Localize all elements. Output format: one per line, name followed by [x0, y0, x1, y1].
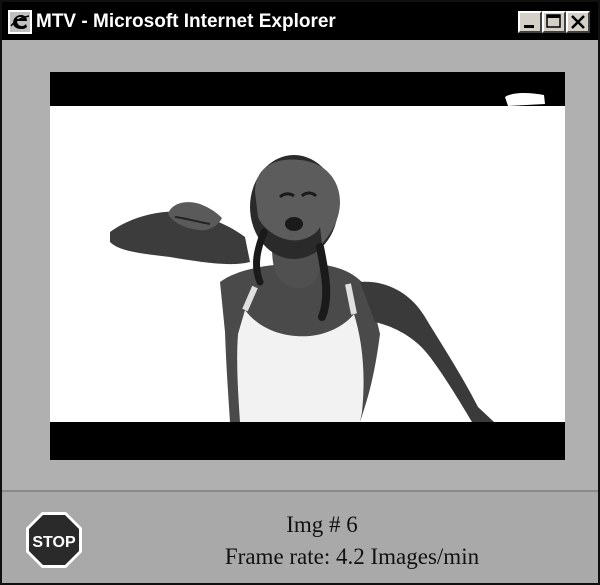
video-frame: [50, 72, 565, 460]
minimize-icon: [524, 25, 534, 28]
maximize-button[interactable]: [542, 11, 566, 33]
maximize-icon: [546, 14, 561, 28]
minimize-button[interactable]: [518, 11, 542, 33]
stop-button[interactable]: STOP: [24, 510, 84, 570]
page-content: [2, 40, 598, 490]
stop-label: STOP: [32, 534, 76, 551]
frame-rate: Frame rate: 4.2 Images/min: [224, 544, 480, 569]
title-bar[interactable]: MTV - Microsoft Internet Explorer: [2, 2, 598, 40]
close-button[interactable]: [566, 11, 590, 33]
browser-window: MTV - Microsoft Internet Explorer STOP I…: [0, 0, 600, 585]
video-still-image: [50, 72, 565, 460]
window-title: MTV - Microsoft Internet Explorer: [36, 11, 336, 32]
close-icon: [571, 15, 585, 29]
image-number: Img # 6: [286, 512, 358, 537]
stop-icon: STOP: [26, 512, 82, 568]
internet-explorer-icon[interactable]: [8, 10, 32, 34]
status-bar: STOP Img # 6 Frame rate: 4.2 Images/min: [2, 490, 598, 583]
